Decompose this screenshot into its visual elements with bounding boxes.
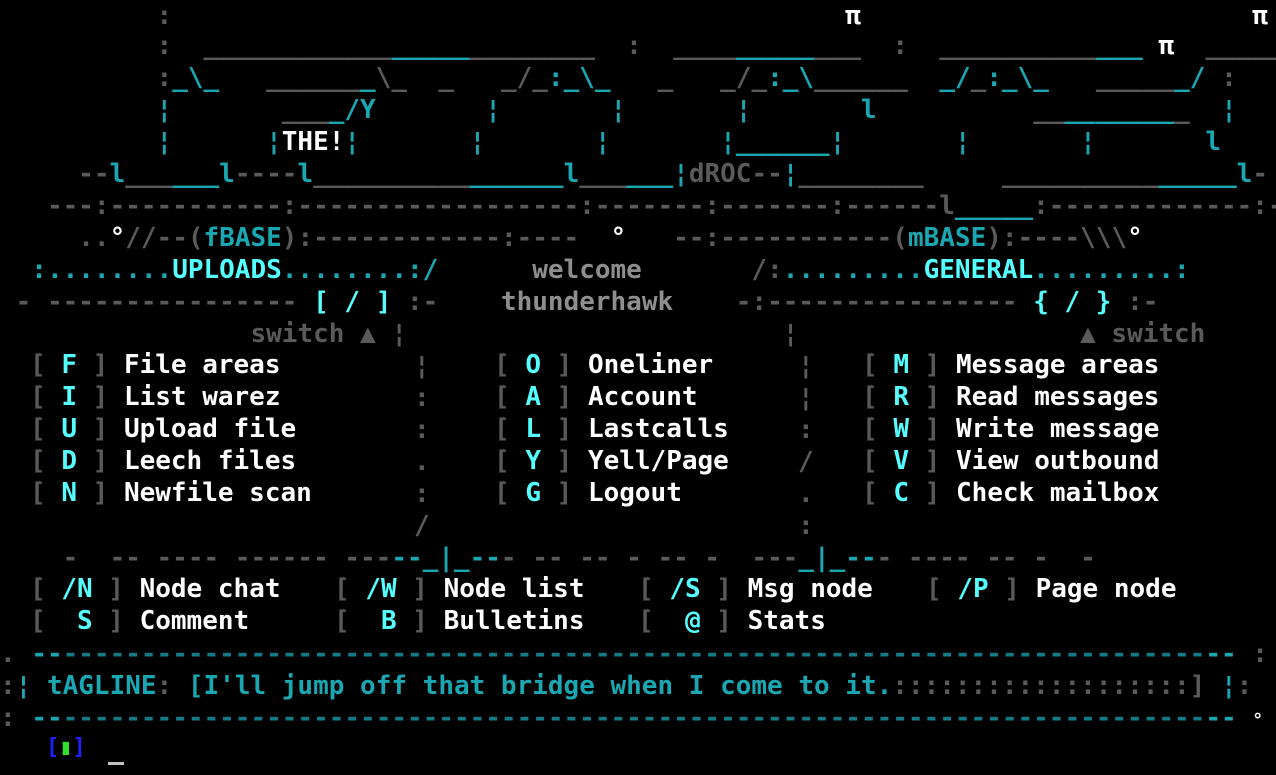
left-divider: ¦::.: / [414, 351, 430, 541]
menu-item-oneliner[interactable]: [ O ] Oneliner [494, 350, 713, 380]
tagline-text: [I'll jump off that bridge when I come t… [187, 671, 893, 701]
mbase-label: mBASE [907, 223, 987, 253]
menu-item-file-areas[interactable]: [ F ] File areas [30, 350, 280, 380]
menu-item-logout[interactable]: [ G ] Logout [494, 478, 682, 508]
bbs-terminal-screen: : π π : : _________________________ : __… [0, 0, 1276, 775]
command-bulletins[interactable]: [ B ] Bulletins [334, 606, 584, 636]
logo-line-3: :_\_ _______\_ _ _/_:_\_ _ _/_:_\______ … [0, 63, 1237, 93]
switch-row: switch ▲ ¦ ¦ ▲ switch [250, 319, 1206, 349]
logo-line-8: ..°//--(fBASE):------------:---- ° --:--… [0, 223, 1143, 253]
menu-item-check-mailbox[interactable]: [ C ] Check mailbox [862, 478, 1159, 508]
tagline-bottom-border: : --------------------------------------… [0, 703, 1264, 733]
logo-line-5: ¦ ¦THE!¦ ¦ ¦ ¦______¦ ¦ ¦ l : [156, 127, 1222, 157]
bottom-separator: - -- ---- ------ -----_|_--- -- -- - -- … [0, 543, 1096, 573]
tagline-fill: :::::::::::::::::::] [892, 671, 1206, 701]
general-bracket-hint: { / } [1033, 287, 1112, 317]
command-comment[interactable]: [ S ] Comment [30, 606, 249, 636]
logo-line-4: ¦ ____/Y ¦ ¦ ¦ l __________ ¦ ____/ l [156, 95, 1237, 125]
logo-droc-label: dROC [688, 159, 752, 189]
command-node-chat[interactable]: [ /N ] Node chat [30, 574, 280, 604]
text-cursor [108, 762, 124, 765]
menu-item-upload-file[interactable]: [ U ] Upload file [30, 414, 296, 444]
general-title: GENERAL [923, 255, 1034, 285]
section-titles-row: :........UPLOADS........:/ welcome /:...… [0, 255, 1190, 285]
menu-item-yell-page[interactable]: [ Y ] Yell/Page [494, 446, 729, 476]
uploads-title: UPLOADS [172, 255, 282, 285]
right-divider: ¦ ¦: /.: [798, 351, 814, 541]
menu-item-account[interactable]: [ A ] Account [494, 382, 698, 412]
uploads-switch-toggle[interactable]: switch ▲ [250, 319, 375, 349]
menu-item-list-warez[interactable]: [ I ] List warez [30, 382, 280, 412]
logo-the-label: THE! [281, 127, 345, 157]
logo-line-1: : π π : [0, 1, 1268, 31]
logo-line-2: : _________________________ : __________… [0, 31, 1276, 61]
tagline-top-border: . --------------------------------------… [0, 639, 1268, 669]
command-prompt[interactable]: [▮] [46, 734, 86, 762]
uploads-bracket-hint: [ / ] [313, 287, 392, 317]
menu-item-write-message[interactable]: [ W ] Write message [862, 414, 1159, 444]
command-page-node[interactable]: [ /P ] Page node [926, 574, 1176, 604]
username-text: thunderhawk [500, 287, 674, 317]
command-node-list[interactable]: [ /W ] Node list [334, 574, 584, 604]
fbase-label: fBASE [203, 223, 282, 253]
menu-item-leech-files[interactable]: [ D ] Leech files [30, 446, 296, 476]
menu-item-read-messages[interactable]: [ R ] Read messages [862, 382, 1159, 412]
logo-line-7: ---:-----------:------------------:-----… [0, 191, 1276, 221]
logo-line-6: --l______l----l________________l______¦d… [0, 159, 1269, 189]
command-stats[interactable]: [ @ ] Stats [638, 606, 826, 636]
welcome-text: welcome [532, 255, 642, 285]
section-hints-row: - ---------------- [ / ] :- thunderhawk … [0, 287, 1159, 317]
tagline-label: tAGLINE [46, 671, 157, 701]
menu-item-newfile-scan[interactable]: [ N ] Newfile scan [30, 478, 312, 508]
menu-item-lastcalls[interactable]: [ L ] Lastcalls [494, 414, 729, 444]
menu-item-view-outbound[interactable]: [ V ] View outbound [862, 446, 1159, 476]
menu-item-message-areas[interactable]: [ M ] Message areas [862, 350, 1159, 380]
general-switch-toggle[interactable]: ▲ switch [1080, 319, 1205, 349]
tagline-row: :¦ tAGLINE: [I'll jump off that bridge w… [0, 671, 1253, 701]
command-msg-node[interactable]: [ /S ] Msg node [638, 574, 873, 604]
